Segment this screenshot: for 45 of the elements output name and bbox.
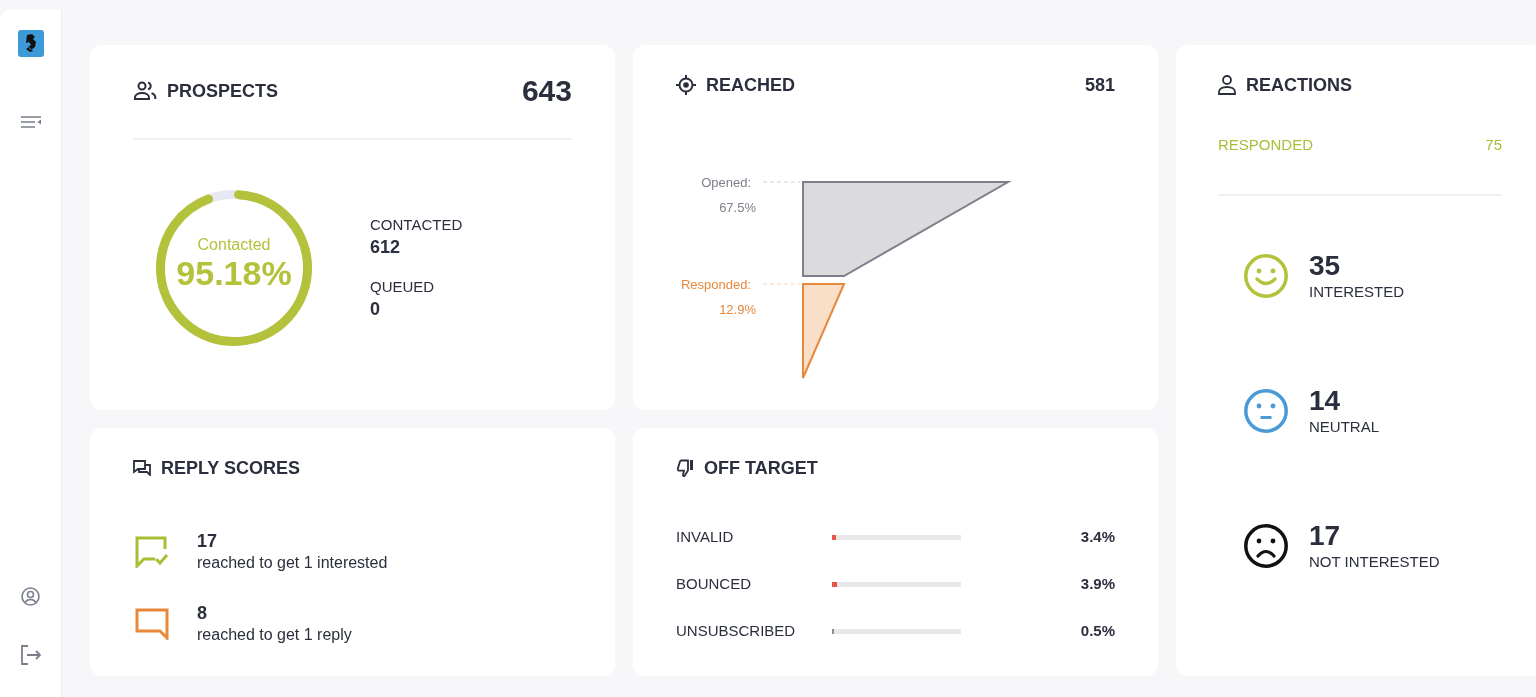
- score-caption: reached to get 1 interested: [197, 553, 388, 573]
- funnel-value: 12.9%: [719, 302, 756, 317]
- target-icon: [676, 75, 696, 95]
- card-title: REACHED: [706, 74, 795, 97]
- stat-value: 0: [370, 297, 380, 321]
- card-title: PROSPECTS: [167, 80, 279, 103]
- user-circle-icon[interactable]: [21, 587, 40, 606]
- thumbs-down-icon: [676, 459, 694, 477]
- stat-value: 612: [370, 235, 401, 259]
- card-title: REPLY SCORES: [161, 457, 301, 480]
- stat-label: QUEUED: [370, 276, 435, 297]
- total-count: 581: [1084, 74, 1115, 97]
- leader-line: [762, 283, 801, 285]
- chat-bubbles-icon: [133, 460, 151, 476]
- reaction-label: NOT INTERESTED: [1309, 552, 1440, 572]
- row-label: UNSUBSCRIBED: [676, 621, 797, 641]
- reaction-label: INTERESTED: [1309, 282, 1404, 302]
- users-icon: [133, 81, 157, 101]
- funnel-label: Responded:: [680, 277, 751, 292]
- row-label: BOUNCED: [676, 574, 752, 594]
- funnel-label: Opened:: [701, 175, 751, 190]
- reaction-count: 35: [1309, 250, 1341, 282]
- row-value: 3.4%: [1079, 527, 1115, 547]
- total-count: 643: [521, 73, 572, 109]
- score-value: 17: [197, 530, 218, 552]
- funnel-value: 67.5%: [719, 200, 756, 215]
- gauge-value: 95.18%: [176, 254, 292, 292]
- gauge-label: Contacted: [197, 236, 271, 253]
- row-value: 0.5%: [1079, 621, 1115, 641]
- logout-icon[interactable]: [20, 645, 41, 665]
- reaction-count: 17: [1309, 520, 1341, 552]
- reaction-label: NEUTRAL: [1309, 417, 1379, 437]
- reaction-count: 14: [1309, 385, 1341, 417]
- card-title: OFF TARGET: [704, 457, 818, 480]
- score-value: 8: [197, 602, 207, 624]
- row-label: INVALID: [676, 527, 735, 547]
- stat-label: CONTACTED: [370, 214, 463, 235]
- user-icon: [1218, 75, 1236, 95]
- card-title: REACTIONS: [1246, 74, 1352, 97]
- logo-icon[interactable]: [17, 30, 44, 57]
- row-value: 3.9%: [1079, 574, 1115, 594]
- summary-label: RESPONDED: [1218, 135, 1314, 155]
- score-caption: reached to get 1 reply: [197, 625, 352, 645]
- menu-icon[interactable]: [20, 116, 41, 128]
- summary-value: 75: [1485, 135, 1502, 155]
